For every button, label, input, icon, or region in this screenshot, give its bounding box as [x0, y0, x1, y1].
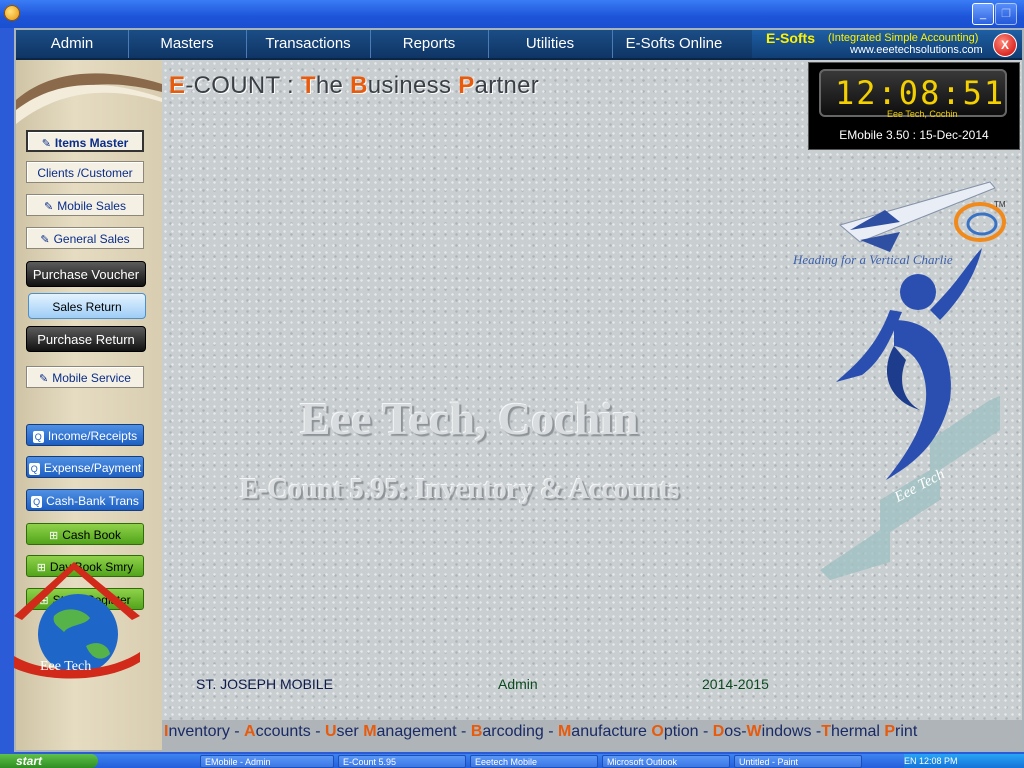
close-icon: X — [1000, 38, 1009, 52]
version-date: EMobile 3.50 : 15-Dec-2014 — [839, 128, 989, 142]
general-sales-label: General Sales — [53, 232, 130, 246]
mobile-sales-button[interactable]: ✎ Mobile Sales — [26, 194, 144, 216]
pencil-icon: ✎ — [40, 234, 50, 246]
pencil-icon: ✎ — [39, 373, 49, 385]
clock-time: 12:08:51 — [835, 74, 1006, 112]
clients-customer-button[interactable]: Clients /Customer — [26, 161, 144, 183]
feature-list: Inventory - Accounts - User Management -… — [164, 723, 918, 740]
general-sales-button[interactable]: ✎ General Sales — [26, 227, 144, 249]
expense-payment-button[interactable]: Q Expense/Payment — [26, 456, 144, 478]
cash-book-label: Cash Book — [62, 528, 121, 542]
restore-button[interactable]: ❐ — [995, 3, 1017, 25]
mobile-sales-label: Mobile Sales — [57, 199, 126, 213]
menubar: Admin Masters Transactions Reports Utili… — [16, 30, 1022, 60]
search-icon: Q — [32, 431, 44, 443]
watermark-product: E-Count 5.95: Inventory & Accounts — [240, 474, 680, 505]
taskbar-item[interactable]: Microsoft Outlook — [602, 755, 730, 768]
expense-payment-label: Expense/Payment — [43, 461, 142, 475]
income-receipts-label: Income/Receipts — [47, 429, 138, 443]
menu-esofts-online[interactable]: E-Softs Online — [612, 30, 736, 58]
minimize-button[interactable]: _ — [972, 3, 994, 25]
cart-icon: ⊞ — [49, 530, 59, 542]
trademark-mark: TM — [994, 200, 1006, 209]
current-user: Admin — [498, 676, 538, 692]
cash-book-button[interactable]: ⊞ Cash Book — [26, 523, 144, 545]
items-master-label: Items Master — [54, 136, 129, 150]
clock-subtext: Eee Tech, Cochin — [887, 109, 958, 119]
digital-clock: 12:08:51 Eee Tech, Cochin EMobile 3.50 :… — [808, 62, 1020, 150]
sales-return-button[interactable]: Sales Return — [28, 293, 146, 319]
cash-bank-label: Cash-Bank Trans — [46, 494, 139, 508]
pencil-icon: ✎ — [44, 201, 54, 213]
watermark-company: Eee Tech, Cochin — [300, 393, 639, 444]
brand-url: www.eeetechsolutions.com — [850, 44, 983, 56]
mobile-service-button[interactable]: ✎ Mobile Service — [26, 366, 144, 388]
taskbar-item[interactable]: Untitled - Paint — [734, 755, 862, 768]
search-icon: Q — [31, 496, 43, 508]
swoosh-decoration — [16, 73, 162, 124]
window-title-bar: _ ❐ — [0, 0, 1024, 28]
sidebar-logo-label: Eee Tech — [40, 659, 92, 674]
mobile-service-label: Mobile Service — [52, 371, 131, 385]
close-button[interactable]: X — [993, 33, 1017, 57]
brand-subtitle: (Integrated Simple Accounting) — [828, 32, 979, 44]
menu-reports[interactable]: Reports — [370, 30, 489, 58]
search-icon: Q — [28, 463, 40, 475]
menu-masters[interactable]: Masters — [128, 30, 247, 58]
taskbar-item[interactable]: EMobile - Admin — [200, 755, 334, 768]
pencil-icon: ✎ — [41, 138, 51, 150]
taskbar-item[interactable]: E-Count 5.95 — [338, 755, 466, 768]
menu-utilities[interactable]: Utilities — [488, 30, 613, 58]
brand-banner: E-Softs (Integrated Simple Accounting) w… — [752, 30, 1022, 58]
income-receipts-button[interactable]: Q Income/Receipts — [26, 424, 144, 446]
purchase-voucher-button[interactable]: Purchase Voucher — [26, 261, 146, 287]
start-button[interactable]: start — [0, 754, 98, 768]
page-title: E-COUNT : The Business Partner — [169, 72, 540, 99]
logo-tagline: Heading for a Vertical Charlie — [793, 252, 953, 267]
menu-transactions[interactable]: Transactions — [246, 30, 371, 58]
purchase-return-button[interactable]: Purchase Return — [26, 326, 146, 352]
cash-bank-button[interactable]: Q Cash-Bank Trans — [26, 489, 144, 511]
system-tray: EN 12:08 PM — [904, 754, 1024, 768]
restore-icon: ❐ — [1001, 8, 1011, 20]
clock-face: 12:08:51 Eee Tech, Cochin — [819, 69, 1007, 119]
taskbar: start EMobile - Admin E-Count 5.95 Eeete… — [0, 754, 1024, 768]
financial-year: 2014-2015 — [702, 676, 769, 692]
menu-admin[interactable]: Admin — [16, 30, 129, 58]
taskbar-item[interactable]: Eeetech Mobile — [470, 755, 598, 768]
brand-name: E-Softs — [766, 30, 815, 46]
app-icon[interactable] — [4, 5, 20, 21]
eeetech-mascot-logo — [820, 181, 1006, 580]
items-master-button[interactable]: ✎ Items Master — [26, 130, 144, 152]
company-name: ST. JOSEPH MOBILE — [196, 676, 333, 692]
minimize-icon: _ — [979, 8, 987, 20]
